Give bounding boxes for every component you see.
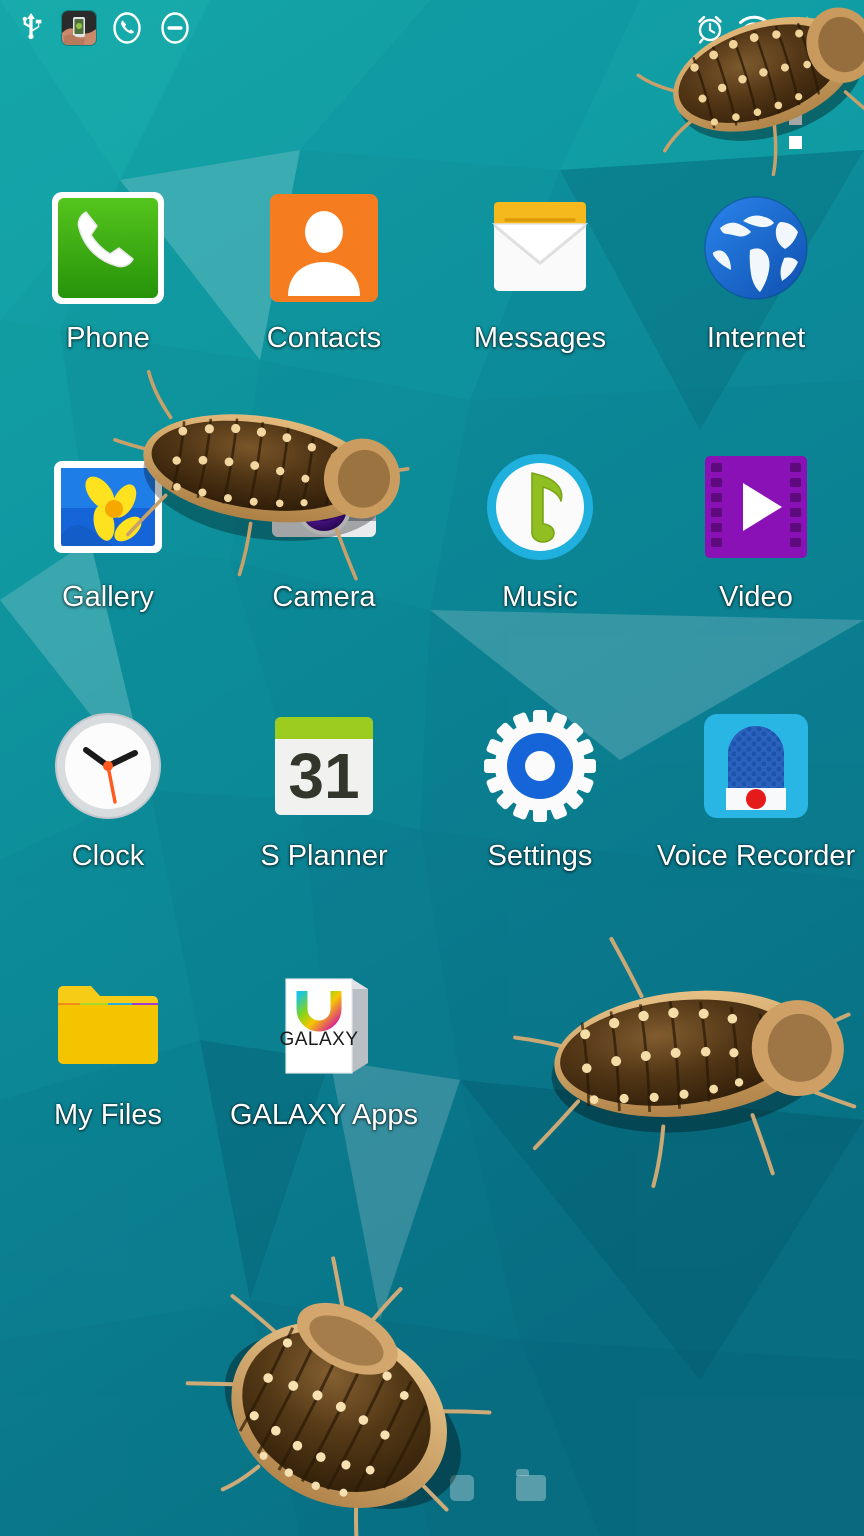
app-label: GALAXY Apps: [229, 1099, 419, 1131]
app-label: Settings: [487, 840, 593, 872]
do-not-disturb-icon: [158, 11, 192, 45]
internet-globe-icon: [696, 188, 816, 308]
app-label: Messages: [473, 322, 607, 354]
folder-icon: [48, 965, 168, 1085]
widget-page-marker[interactable]: [789, 136, 802, 149]
wifi-icon: [737, 11, 771, 45]
app-label: My Files: [54, 1099, 162, 1131]
app-icon-messages[interactable]: Messages: [432, 188, 648, 447]
app-label: Contacts: [266, 322, 382, 354]
gallery-icon: [48, 447, 168, 567]
app-label: S Planner: [260, 840, 388, 872]
music-note-icon: [480, 447, 600, 567]
camera-icon: [264, 447, 384, 567]
calendar-day-number: 31: [288, 740, 359, 812]
app-icon-camera[interactable]: Camera: [216, 447, 432, 706]
clock-icon: [48, 706, 168, 826]
app-grid: Phone Contacts Messages Internet Gallery…: [0, 188, 864, 1224]
alarm-icon: [693, 11, 727, 45]
contacts-icon: [264, 188, 384, 308]
status-bar[interactable]: 8: [0, 0, 864, 56]
widget-page-marker[interactable]: [789, 112, 802, 125]
app-icon-internet[interactable]: Internet: [648, 188, 864, 447]
app-label: Video: [719, 581, 793, 613]
app-icon-contacts[interactable]: Contacts: [216, 188, 432, 447]
status-bar-left-icons: [14, 11, 192, 45]
cellular-signal-icon: [781, 11, 815, 45]
app-icon-s-planner[interactable]: 31 S Planner: [216, 706, 432, 965]
app-label: Gallery: [62, 581, 154, 613]
calendar-icon: 31: [264, 706, 384, 826]
page-indicator[interactable]: [0, 1468, 864, 1508]
app-icon-gallery[interactable]: Gallery: [0, 447, 216, 706]
home-screen: 8 Phone Contacts Messages Internet Galle…: [0, 0, 864, 1536]
page-dot-active[interactable]: [318, 1475, 342, 1501]
app-label: Clock: [71, 840, 145, 872]
galaxy-apps-icon: GALAXY: [264, 965, 384, 1085]
app-label: Music: [502, 581, 578, 613]
messages-icon: [480, 188, 600, 308]
app-icon-video[interactable]: Video: [648, 447, 864, 706]
app-icon-galaxy-apps[interactable]: GALAXY GALAXY Apps: [216, 965, 432, 1224]
app-icon-music[interactable]: Music: [432, 447, 648, 706]
app-icon-my-files[interactable]: My Files: [0, 965, 216, 1224]
app-icon-voice-recorder[interactable]: Voice Recorder: [648, 706, 864, 965]
settings-gear-icon: [480, 706, 600, 826]
app-label: Camera: [272, 581, 376, 613]
microphone-icon: [696, 706, 816, 826]
phone-icon: [48, 188, 168, 308]
video-play-icon: [696, 447, 816, 567]
page-dot[interactable]: [384, 1475, 408, 1501]
page-dot-folder[interactable]: [516, 1469, 546, 1501]
app-label: Phone: [66, 322, 150, 354]
usb-icon: [14, 11, 48, 45]
app-icon-phone[interactable]: Phone: [0, 188, 216, 447]
app-icon-settings[interactable]: Settings: [432, 706, 648, 965]
app-notification-thumbnail: [62, 11, 96, 45]
app-label: Internet: [706, 322, 806, 354]
app-icon-clock[interactable]: Clock: [0, 706, 216, 965]
missed-call-icon: [110, 11, 144, 45]
galaxy-apps-wordmark: GALAXY: [279, 1029, 358, 1050]
battery-percent-text: 8: [827, 11, 844, 44]
status-bar-right-icons: 8: [693, 11, 850, 45]
page-dot[interactable]: [450, 1475, 474, 1501]
app-label: Voice Recorder: [656, 840, 856, 872]
widget-page-markers[interactable]: [789, 112, 802, 149]
